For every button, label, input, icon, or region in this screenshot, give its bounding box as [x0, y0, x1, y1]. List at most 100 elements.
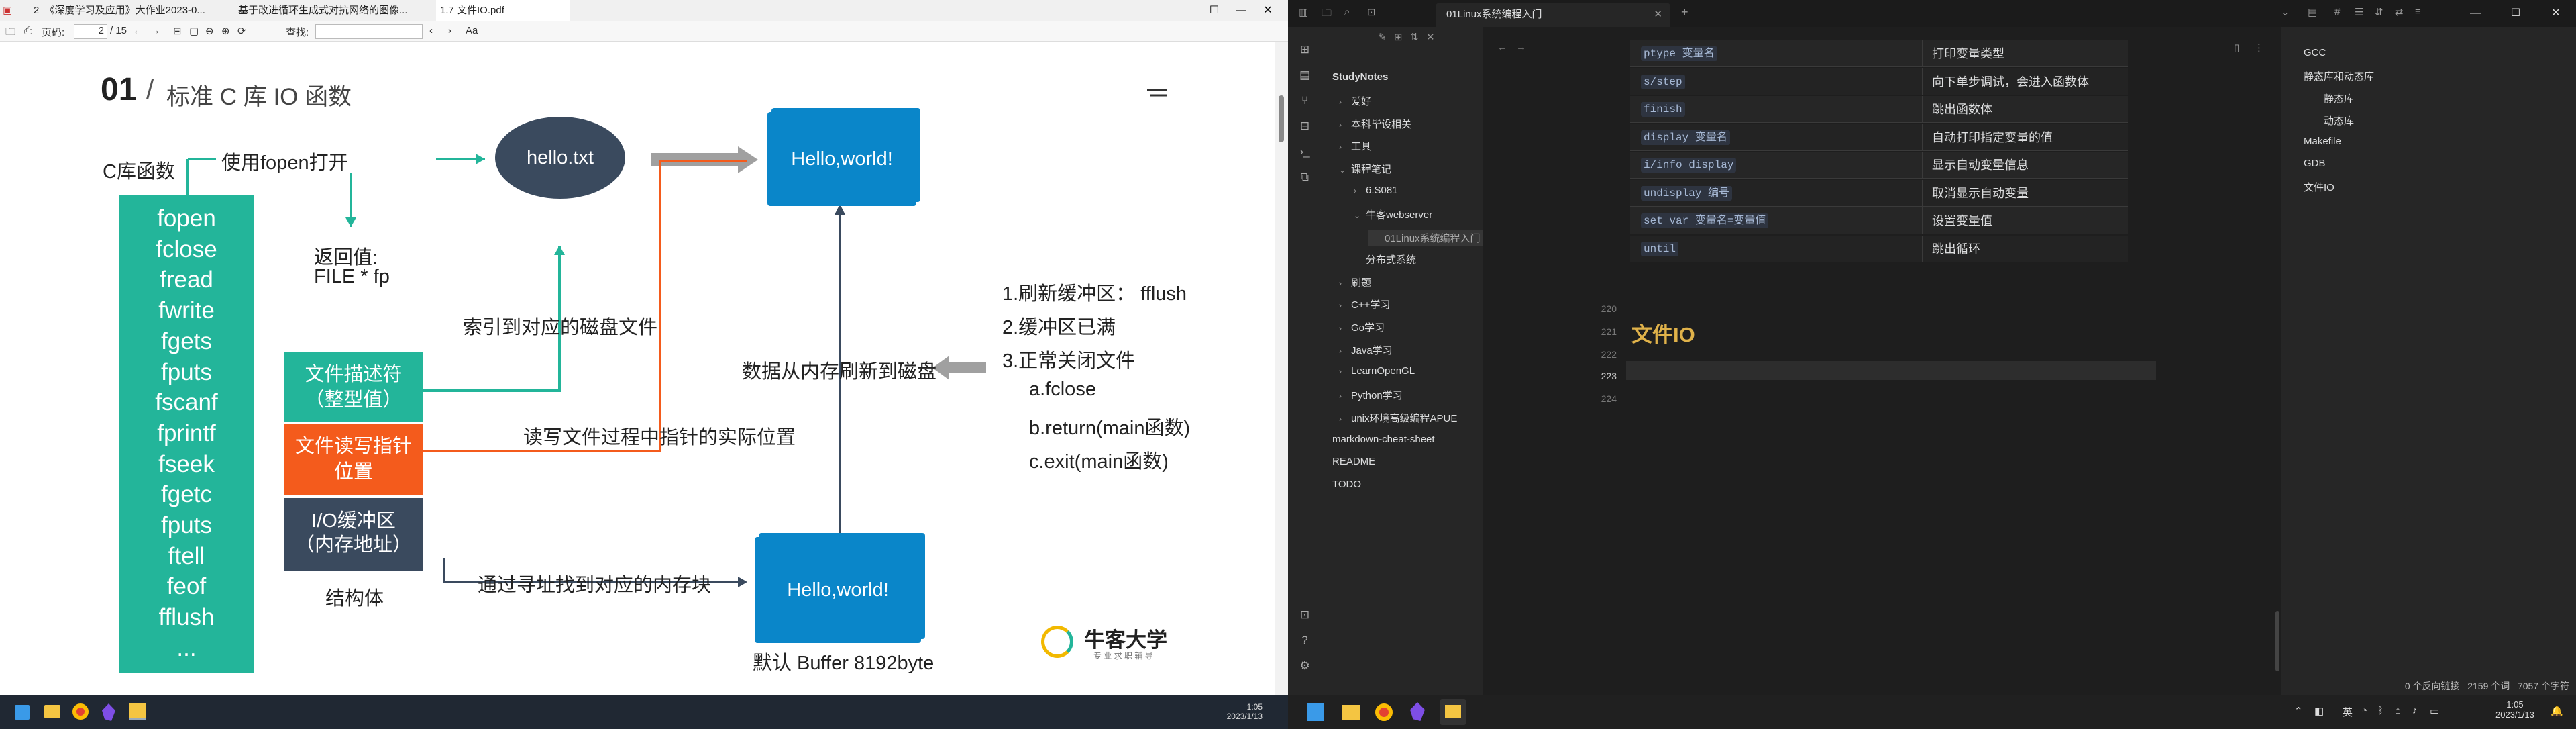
- tree-item[interactable]: › C++学习: [1339, 297, 1390, 311]
- prev-page-icon[interactable]: ←: [133, 25, 143, 36]
- template-icon[interactable]: ⧉: [1298, 171, 1311, 184]
- tree-item[interactable]: › LearnOpenGL: [1339, 365, 1415, 377]
- outline-item[interactable]: 静态库和动态库: [2304, 69, 2374, 83]
- bookmark-icon[interactable]: ⊡: [1367, 6, 1376, 18]
- tree-item[interactable]: markdown-cheat-sheet: [1332, 434, 1435, 445]
- win-maximize-icon[interactable]: ☐: [2496, 3, 2536, 24]
- right-sidebar-icon[interactable]: ▤: [2308, 6, 2317, 18]
- tag-icon[interactable]: #: [2334, 6, 2340, 17]
- tree-item[interactable]: 分布式系统: [1354, 252, 1416, 266]
- tree-item[interactable]: › Go学习: [1339, 320, 1385, 334]
- editor-scrollbar[interactable]: [2275, 611, 2279, 671]
- file-explorer-icon[interactable]: [44, 705, 60, 718]
- outline-item[interactable]: GDB: [2304, 158, 2326, 169]
- folder-icon[interactable]: 🗀: [1322, 6, 1332, 23]
- network-icon[interactable]: ⌂: [2395, 705, 2401, 716]
- tree-item[interactable]: › 本科毕设相关: [1339, 117, 1411, 131]
- tree-item[interactable]: ⌄ 牛客webserver: [1354, 207, 1432, 222]
- find-prev-icon[interactable]: ‹: [429, 25, 433, 36]
- tab-2[interactable]: 基于改进循环生成式对抗网络的图像...: [238, 0, 433, 21]
- sort-icon[interactable]: ⇅: [1410, 31, 1419, 43]
- vault-name[interactable]: StudyNotes: [1332, 71, 1388, 83]
- outline-item[interactable]: 文件IO: [2304, 180, 2334, 194]
- terminal-icon[interactable]: ›_: [1298, 145, 1311, 158]
- outline-item[interactable]: GCC: [2304, 47, 2326, 58]
- pdf-scrollbar[interactable]: [1275, 42, 1288, 695]
- windows-start-icon-2[interactable]: [1307, 703, 1324, 721]
- graph-icon[interactable]: ⑂: [1298, 94, 1311, 107]
- menu-icon[interactable]: ≡: [2415, 6, 2421, 17]
- tree-item[interactable]: › 爱好: [1339, 94, 1371, 108]
- notification-icon[interactable]: 🔔: [2551, 705, 2563, 717]
- switcher-icon[interactable]: ⊞: [1298, 43, 1311, 56]
- tree-item[interactable]: › unix环境高级编程APUE: [1339, 411, 1457, 425]
- pdf-scroll-thumb[interactable]: [1279, 95, 1284, 142]
- close-icon[interactable]: ✕: [1248, 0, 1288, 21]
- zoom-in-icon[interactable]: ⊕: [221, 25, 230, 37]
- obsidian-icon-2[interactable]: [1410, 702, 1425, 721]
- new-note-icon[interactable]: ✎: [1378, 31, 1387, 43]
- search-icon[interactable]: ⌕: [1344, 6, 1350, 17]
- tab-3-active[interactable]: 1.7 文件IO.pdf: [436, 0, 570, 21]
- outline-item[interactable]: 静态库: [2324, 91, 2354, 105]
- vault-icon[interactable]: ⊡: [1298, 608, 1311, 622]
- file-explorer-icon-2[interactable]: [1342, 705, 1360, 720]
- bluetooth-icon[interactable]: ᛒ: [2377, 705, 2383, 716]
- sumatra-icon[interactable]: [129, 703, 146, 720]
- link-icon[interactable]: ⇄: [2395, 6, 2404, 18]
- chrome-icon-2[interactable]: [1375, 703, 1393, 721]
- windows-start-icon[interactable]: [15, 705, 30, 720]
- page-input[interactable]: 2: [74, 24, 107, 39]
- tree-item[interactable]: › 工具: [1339, 139, 1371, 153]
- reading-view-icon[interactable]: ▯: [2234, 42, 2239, 54]
- new-folder-icon[interactable]: ⊞: [1394, 31, 1403, 43]
- open-icon[interactable]: 🗀: [5, 25, 15, 42]
- tree-item[interactable]: › Python学习: [1339, 388, 1403, 402]
- tray-chevron-icon[interactable]: ⌃: [2294, 705, 2303, 717]
- obsidian-icon[interactable]: [102, 703, 115, 721]
- tree-item[interactable]: › Java学习: [1339, 343, 1393, 357]
- find-next-icon[interactable]: ›: [448, 25, 451, 36]
- backlink-icon[interactable]: ⇵: [2375, 6, 2383, 18]
- win-close-icon[interactable]: ✕: [2536, 3, 2576, 24]
- tree-item[interactable]: README: [1332, 456, 1375, 467]
- files-icon[interactable]: ▤: [1298, 68, 1311, 82]
- tree-item[interactable]: › 6.S081: [1354, 185, 1398, 196]
- new-tab-icon[interactable]: +: [1681, 5, 1688, 19]
- print-icon[interactable]: ⎙: [24, 25, 32, 36]
- clock-time-2: 1:05: [2506, 699, 2524, 710]
- tray-app-icon[interactable]: ◧: [2314, 705, 2324, 717]
- volume-icon[interactable]: ♪: [2412, 705, 2418, 716]
- tree-item[interactable]: ⌄ 课程笔记: [1339, 162, 1391, 176]
- tree-item[interactable]: TODO: [1332, 479, 1361, 490]
- next-page-icon[interactable]: →: [150, 25, 160, 36]
- zoom-out-icon[interactable]: ⊖: [205, 25, 214, 37]
- outline-icon[interactable]: ☰: [2355, 6, 2363, 18]
- find-input[interactable]: [315, 24, 423, 39]
- maximize-icon[interactable]: ☐: [1194, 0, 1234, 21]
- outline-item[interactable]: 动态库: [2324, 113, 2354, 128]
- active-line[interactable]: [1626, 361, 2156, 380]
- sidebar-toggle-icon[interactable]: ▥: [1299, 6, 1308, 18]
- rotate-icon[interactable]: ⟳: [237, 25, 246, 37]
- outline-item[interactable]: Makefile: [2304, 136, 2341, 147]
- tray-wechat-icon[interactable]: ◔: [2361, 705, 2367, 716]
- more-options-icon[interactable]: ⋮: [2254, 42, 2264, 54]
- chrome-icon[interactable]: [72, 703, 89, 720]
- battery-icon[interactable]: ▭: [2430, 705, 2439, 717]
- tab-1[interactable]: 2_《深度学习及应用》大作业2023-0...: [34, 0, 235, 21]
- help-icon[interactable]: ?: [1298, 634, 1311, 647]
- view-fit-icon[interactable]: ▢: [189, 25, 199, 37]
- canvas-icon[interactable]: ⊟: [1298, 119, 1311, 133]
- match-case-icon[interactable]: Aa: [466, 25, 478, 36]
- ime-indicator[interactable]: 英: [2343, 705, 2353, 719]
- view-single-icon[interactable]: ⊟: [173, 25, 182, 37]
- settings-icon[interactable]: ⚙: [1298, 659, 1311, 673]
- sumatra-taskbar-active[interactable]: [1440, 699, 1466, 725]
- collapse-icon[interactable]: ✕: [1426, 31, 1435, 43]
- tabs-list-icon[interactable]: ⌄: [2281, 6, 2290, 18]
- tree-item[interactable]: › 刷题: [1339, 275, 1371, 289]
- tab-close-icon[interactable]: ✕: [1654, 3, 1662, 27]
- tab-active[interactable]: 01Linux系统编程入门 ✕: [1436, 3, 1670, 27]
- win-minimize-icon[interactable]: —: [2455, 3, 2496, 24]
